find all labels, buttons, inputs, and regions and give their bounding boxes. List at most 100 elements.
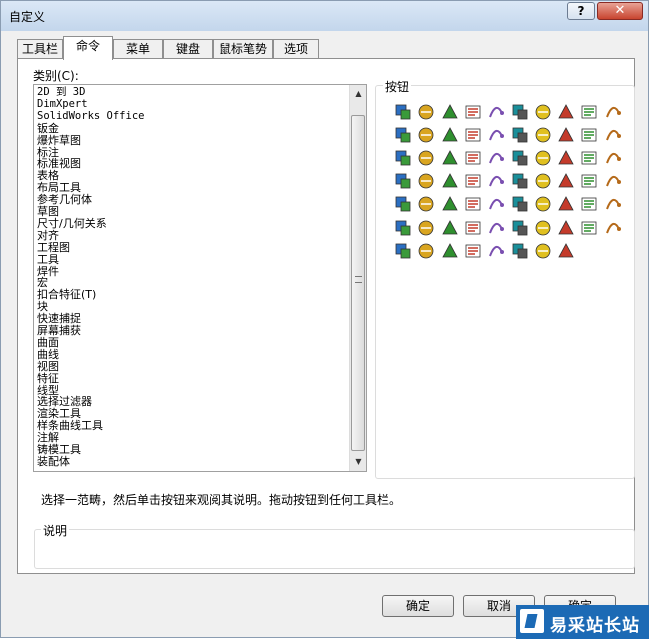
category-item[interactable]: 工程图 (37, 242, 70, 253)
text-a-icon[interactable] (441, 103, 459, 121)
color-bars-icon[interactable] (487, 126, 505, 144)
lines-icon[interactable] (464, 126, 482, 144)
chart-icon[interactable] (441, 172, 459, 190)
earth-icon[interactable] (417, 172, 435, 190)
plane-icon[interactable] (441, 126, 459, 144)
green-cube-icon[interactable] (511, 219, 529, 237)
category-list[interactable]: 2D 到 3D DimXpert SolidWorks Office 钣金 爆炸草图 标注… (33, 84, 367, 472)
sheet-icon[interactable] (604, 219, 622, 237)
category-item[interactable]: 屏幕捕获 (37, 325, 81, 336)
tree-icon[interactable] (534, 242, 552, 260)
category-item[interactable]: 爆炸草图 (37, 135, 81, 146)
camera-icon[interactable] (417, 149, 435, 167)
copy-icon[interactable] (534, 149, 552, 167)
ok-button[interactable]: 确定 (382, 595, 454, 617)
category-item[interactable]: 渲染工具 (37, 408, 81, 419)
bold-italic-icon[interactable] (417, 126, 435, 144)
category-item[interactable]: 线型 (37, 385, 59, 396)
tab-commands[interactable]: 命令 (63, 36, 113, 60)
category-item[interactable]: 表格 (37, 170, 59, 181)
category-item[interactable]: 选择过滤器 (37, 396, 92, 407)
angle-icon[interactable] (417, 219, 435, 237)
line-icon[interactable] (604, 172, 622, 190)
center-mark-icon[interactable] (534, 126, 552, 144)
sparkle-icon[interactable] (557, 126, 575, 144)
spiral-icon[interactable] (511, 103, 529, 121)
bin-icon[interactable] (417, 242, 435, 260)
grid-table-icon[interactable] (580, 103, 598, 121)
category-item[interactable]: 特征 (37, 373, 59, 384)
open-box-icon[interactable] (394, 172, 412, 190)
scroll-up-icon[interactable]: ▲ (352, 87, 365, 101)
tab-menu[interactable]: 菜单 (113, 39, 163, 59)
category-item[interactable]: 宏 (37, 277, 48, 288)
rotate-eye-icon[interactable] (394, 242, 412, 260)
clipboard-icon[interactable] (464, 172, 482, 190)
folder-yellow-icon[interactable] (580, 219, 598, 237)
rect-tool-icon[interactable] (394, 195, 412, 213)
yellow-cube-icon[interactable] (487, 219, 505, 237)
title-bar[interactable]: 自定义 ? ✕ (1, 1, 648, 31)
close-button[interactable]: ✕ (597, 2, 643, 20)
step-icon[interactable] (604, 103, 622, 121)
cylinder-icon[interactable] (557, 219, 575, 237)
category-item[interactable]: 钣金 (37, 123, 59, 134)
category-item[interactable]: SolidWorks Office (37, 110, 144, 122)
category-item[interactable]: 注解 (37, 432, 59, 443)
swap-arrows-icon[interactable] (441, 242, 459, 260)
category-item[interactable]: 对齐 (37, 230, 59, 241)
slash-percent-icon[interactable] (441, 149, 459, 167)
slot-icon[interactable] (417, 195, 435, 213)
chamfer-cube-icon[interactable] (464, 149, 482, 167)
extrude-boss-icon[interactable] (394, 103, 412, 121)
category-item[interactable]: 铸模工具 (37, 444, 81, 455)
category-item[interactable]: 快速捕捉 (37, 313, 81, 324)
list-icon[interactable] (557, 172, 575, 190)
category-item[interactable]: 焊件 (37, 266, 59, 277)
tab-mouse-gestures[interactable]: 鼠标笔势 (213, 39, 273, 59)
category-item[interactable]: 块 (37, 301, 48, 312)
category-item[interactable]: 曲线 (37, 349, 59, 360)
box-fill-icon[interactable] (511, 126, 529, 144)
scroll-down-icon[interactable]: ▼ (352, 455, 365, 469)
scroll-thumb[interactable] (351, 115, 365, 451)
tab-toolbar[interactable]: 工具栏 (17, 39, 63, 59)
tab-keyboard[interactable]: 键盘 (163, 39, 213, 59)
category-item[interactable]: 标准视图 (37, 158, 81, 169)
tag-icon[interactable] (557, 149, 575, 167)
face-icon[interactable] (557, 195, 575, 213)
category-item[interactable]: 2D 到 3D (37, 87, 85, 98)
puzzle-icon[interactable] (604, 126, 622, 144)
pencil-edit-icon[interactable] (580, 172, 598, 190)
category-item[interactable]: 参考几何体 (37, 194, 92, 205)
help-button[interactable]: ? (567, 2, 595, 20)
category-item[interactable]: 草图 (37, 206, 59, 217)
dimension-circle-icon[interactable] (441, 195, 459, 213)
save-disk-icon[interactable] (511, 149, 529, 167)
target-icon[interactable] (557, 103, 575, 121)
check-x-icon[interactable] (511, 242, 529, 260)
table-icon[interactable] (580, 149, 598, 167)
monitor-icon[interactable] (487, 242, 505, 260)
mirror-icon[interactable] (580, 195, 598, 213)
category-item[interactable]: 扣合特征(T) (37, 289, 96, 300)
printer-icon[interactable] (534, 172, 552, 190)
grid-snap-icon[interactable] (604, 195, 622, 213)
tab-options[interactable]: 选项 (273, 39, 319, 59)
category-item[interactable]: 标注 (37, 147, 59, 158)
category-item[interactable]: 样条曲线工具 (37, 420, 103, 431)
category-item[interactable]: 视图 (37, 361, 59, 372)
flowchart-icon[interactable] (417, 103, 435, 121)
ruled-surface-icon[interactable] (464, 103, 482, 121)
dashed-circle-icon[interactable] (464, 195, 482, 213)
category-item[interactable]: 曲面 (37, 337, 59, 348)
yellow-box-icon[interactable] (464, 219, 482, 237)
ellipse-icon[interactable] (487, 195, 505, 213)
camera-table-icon[interactable] (604, 149, 622, 167)
open-folder-icon[interactable] (487, 172, 505, 190)
category-item[interactable]: 工具 (37, 254, 59, 265)
globe-tool-icon[interactable] (394, 126, 412, 144)
dotted-bar-icon[interactable] (534, 219, 552, 237)
dot-grid-icon[interactable] (394, 219, 412, 237)
category-item[interactable]: DimXpert (37, 98, 88, 110)
